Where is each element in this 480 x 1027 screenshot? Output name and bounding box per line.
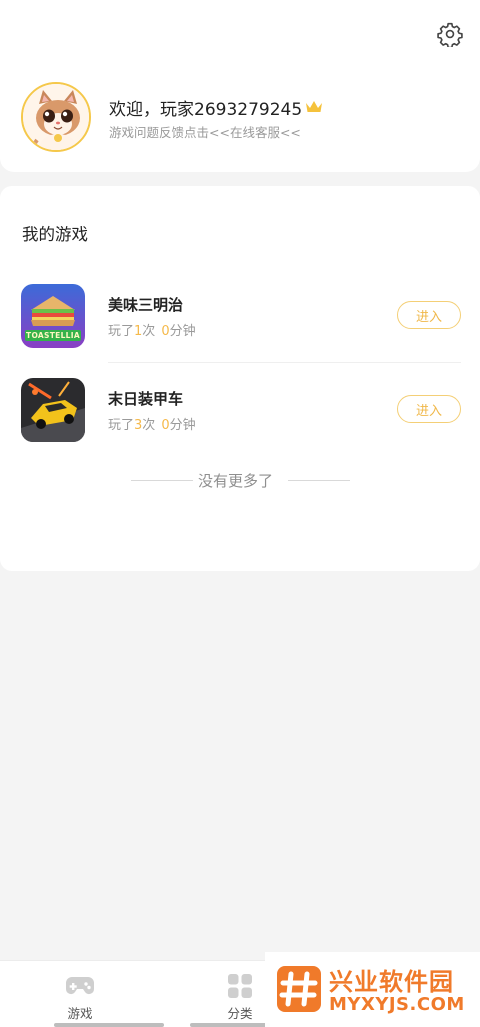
game-row[interactable]: 末日装甲车 玩了3次 0分钟 进入 (0, 362, 480, 452)
gamepad-icon (65, 973, 95, 1003)
nav-indicator (190, 1023, 270, 1027)
crown-icon (305, 100, 323, 114)
game-name: 末日装甲车 (108, 390, 184, 408)
enter-button[interactable]: 进入 (397, 301, 461, 329)
play-minutes-unit: 分钟 (169, 418, 196, 433)
play-count-unit: 次 (142, 418, 156, 433)
end-divider-left (131, 480, 193, 481)
game-row[interactable]: TOASTELLIA 美味三明治 玩了1次 0分钟 进入 (0, 268, 480, 358)
settings-gear-icon[interactable] (436, 20, 464, 48)
armored-car-game-icon[interactable] (21, 378, 85, 442)
profile-card: 欢迎，玩家2693279245 游戏问题反馈点击<<在线客服<< (0, 0, 480, 172)
sandwich-logo-text: TOASTELLIA (26, 331, 80, 340)
play-count-unit: 次 (142, 324, 156, 339)
watermark-cn: 兴业软件园 (329, 968, 454, 996)
play-minutes: 0 (161, 324, 170, 339)
no-more-text: 没有更多了 (198, 472, 274, 490)
avatar[interactable] (21, 82, 91, 152)
section-title: 我的游戏 (22, 225, 88, 244)
nav-item-games[interactable]: 游戏 (20, 961, 140, 1027)
game-name: 美味三明治 (108, 296, 184, 314)
welcome-text: 欢迎，玩家2693279245 (109, 95, 323, 120)
welcome-label: 欢迎，玩家2693279245 (109, 99, 303, 120)
played-prefix: 玩了 (108, 324, 135, 339)
my-games-card: 我的游戏 TOASTELLIA 美味三明治 玩了1次 0分钟 进入 末日装甲车 … (0, 186, 480, 571)
sandwich-game-icon[interactable]: TOASTELLIA (21, 284, 85, 348)
enter-button[interactable]: 进入 (397, 395, 461, 423)
game-stats: 玩了3次 0分钟 (108, 414, 196, 433)
feedback-link[interactable]: 游戏问题反馈点击<<在线客服<< (109, 122, 301, 141)
grid-icon (227, 973, 253, 1003)
watermark-en: MYXYJS.COM (329, 994, 465, 1015)
play-minutes: 0 (161, 418, 170, 433)
end-divider-right (288, 480, 350, 481)
played-prefix: 玩了 (108, 418, 135, 433)
play-minutes-unit: 分钟 (169, 324, 196, 339)
hash-logo-icon (277, 966, 321, 1016)
watermark: 兴业软件园 MYXYJS.COM (265, 952, 480, 1027)
nav-label: 游戏 (67, 1006, 93, 1021)
nav-indicator (54, 1023, 164, 1027)
game-stats: 玩了1次 0分钟 (108, 320, 196, 339)
